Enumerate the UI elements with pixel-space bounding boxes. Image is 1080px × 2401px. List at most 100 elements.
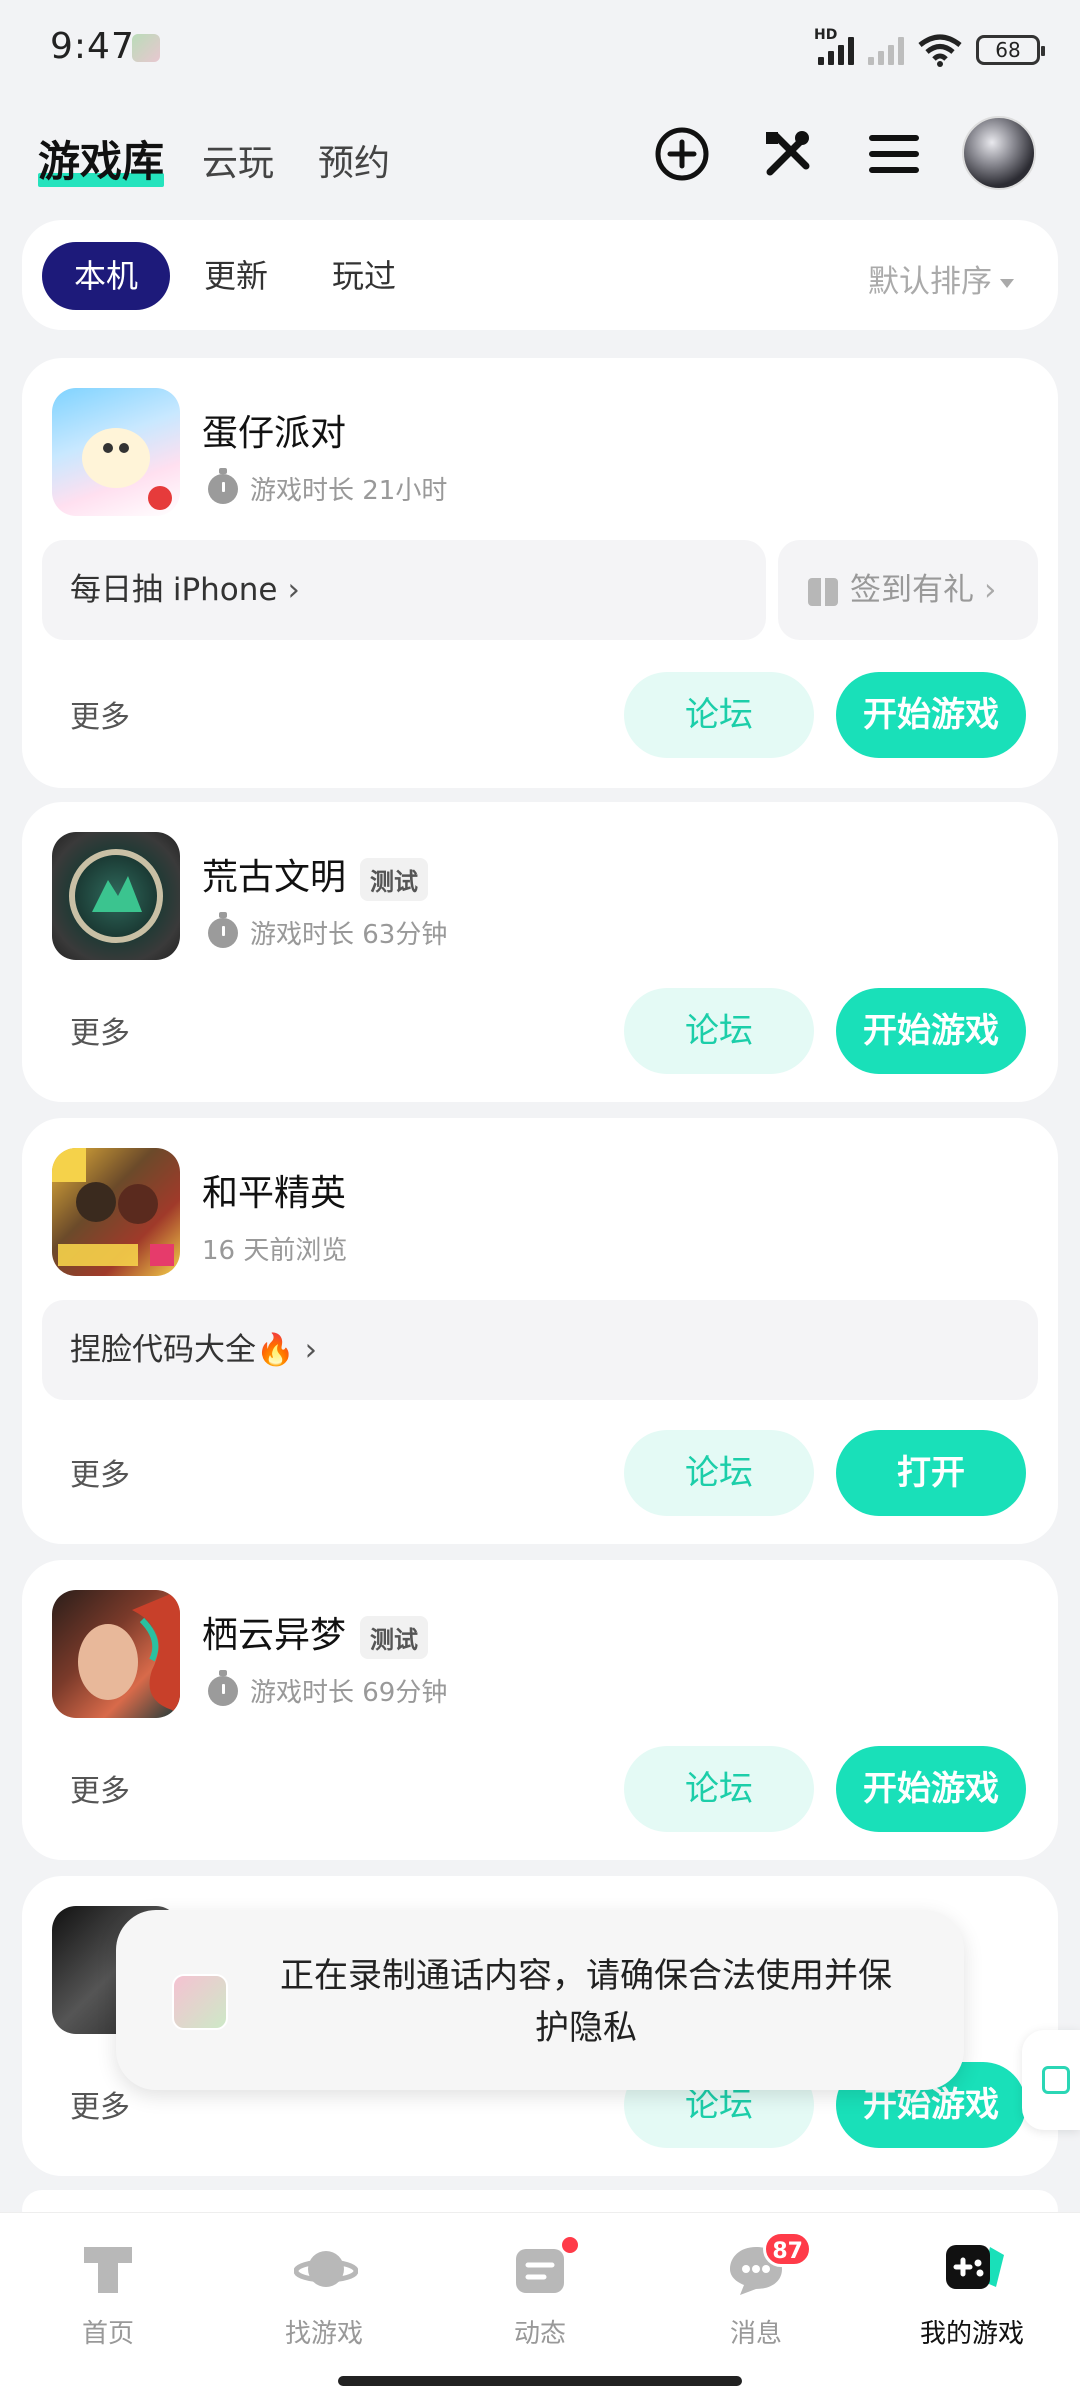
status-time: 9:47 bbox=[50, 26, 135, 67]
sort-dropdown[interactable]: 默认排序 bbox=[868, 256, 1014, 301]
filter-bar: 本机 更新 玩过 默认排序 bbox=[22, 220, 1058, 330]
more-button[interactable]: 更多 bbox=[70, 1008, 130, 1052]
status-icons: HD 68 bbox=[814, 27, 1045, 70]
tools-icon[interactable] bbox=[756, 122, 820, 186]
open-game-button[interactable]: 打开 bbox=[836, 1430, 1026, 1516]
app-notification-icon bbox=[132, 34, 160, 62]
network-type-label: HD bbox=[814, 27, 838, 43]
toast-message: 正在录制通话内容，请确保合法使用并保护隐私 bbox=[280, 1956, 892, 2048]
game-meta: 游戏时长 63分钟 bbox=[208, 911, 448, 951]
game-meta: 16 天前浏览 bbox=[202, 1230, 347, 1267]
nav-find-games[interactable]: 找游戏 bbox=[216, 2241, 432, 2350]
forum-button[interactable]: 论坛 bbox=[624, 1430, 814, 1516]
nav-home[interactable]: 首页 bbox=[0, 2241, 216, 2350]
more-button[interactable]: 更多 bbox=[70, 1450, 130, 1494]
filter-updates[interactable]: 更新 bbox=[172, 242, 300, 310]
home-indicator[interactable] bbox=[338, 2376, 742, 2386]
chat-icon: 87 bbox=[726, 2231, 812, 2297]
game-card: 和平精英 16 天前浏览 捏脸代码大全🔥 › 更多 论坛 打开 bbox=[22, 1118, 1058, 1544]
nav-label: 动态 bbox=[513, 2319, 566, 2349]
notification-dot bbox=[560, 2235, 580, 2255]
game-icon[interactable] bbox=[52, 1148, 180, 1276]
game-meta: 游戏时长 69分钟 bbox=[208, 1669, 448, 1709]
promo-banner[interactable]: 每日抽 iPhone › bbox=[42, 540, 766, 640]
game-icon[interactable] bbox=[52, 1590, 180, 1718]
last-viewed-text: 16 天前浏览 bbox=[202, 1236, 348, 1266]
nav-label: 我的游戏 bbox=[919, 2319, 1024, 2349]
chevron-right-icon: › bbox=[304, 1332, 318, 1368]
feed-icon bbox=[510, 2235, 580, 2297]
add-circle-icon[interactable] bbox=[650, 122, 714, 186]
game-card: 蛋仔派对 游戏时长 21小时 每日抽 iPhone › 签到有礼 › 更多 论坛 开… bbox=[22, 358, 1058, 788]
game-icon[interactable] bbox=[52, 832, 180, 960]
user-avatar[interactable] bbox=[962, 116, 1036, 190]
promo-banner[interactable]: 捏脸代码大全🔥 › bbox=[42, 1300, 1038, 1400]
recording-toast: 正在录制通话内容，请确保合法使用并保护隐私 bbox=[116, 1910, 964, 2090]
app-icon bbox=[172, 1974, 228, 2030]
tab-reservations[interactable]: 预约 bbox=[318, 134, 390, 186]
game-title-text: 和平精英 bbox=[202, 1173, 347, 1214]
unread-badge: 87 bbox=[763, 2231, 812, 2267]
tab-game-library[interactable]: 游戏库 bbox=[38, 128, 165, 189]
forum-button[interactable]: 论坛 bbox=[624, 672, 814, 758]
nav-my-games[interactable]: 我的游戏 bbox=[864, 2241, 1080, 2350]
nav-feed[interactable]: 动态 bbox=[432, 2235, 648, 2350]
signal-hd-icon: HD bbox=[814, 27, 854, 65]
chevron-right-icon: › bbox=[287, 572, 300, 608]
game-title-text: 栖云异梦 bbox=[202, 1615, 347, 1656]
home-icon bbox=[78, 2241, 138, 2297]
more-button[interactable]: 更多 bbox=[70, 1766, 130, 1810]
nav-label: 消息 bbox=[729, 2319, 782, 2349]
game-title-text: 蛋仔派对 bbox=[202, 413, 347, 454]
planet-icon bbox=[293, 2241, 359, 2297]
playtime-text: 游戏时长 69分钟 bbox=[250, 1678, 448, 1708]
caret-down-icon bbox=[1000, 279, 1014, 288]
game-title: 栖云异梦 测试 bbox=[202, 1606, 429, 1659]
game-meta: 游戏时长 21小时 bbox=[208, 467, 448, 507]
tab-cloud-play[interactable]: 云玩 bbox=[202, 134, 274, 186]
filter-local[interactable]: 本机 bbox=[42, 242, 171, 310]
beta-tag: 测试 bbox=[360, 1615, 429, 1659]
checkin-text: 签到有礼 bbox=[850, 572, 974, 608]
game-icon[interactable] bbox=[52, 388, 180, 516]
side-float-button[interactable] bbox=[1022, 2030, 1080, 2130]
bottom-navigation: 首页 找游戏 动态 87 消息 我的游戏 bbox=[0, 2212, 1080, 2401]
game-title: 荒古文明 测试 bbox=[202, 848, 429, 901]
game-title-text: 荒古文明 bbox=[202, 857, 347, 898]
nav-label: 找游戏 bbox=[284, 2319, 363, 2349]
game-title: 和平精英 bbox=[202, 1164, 346, 1216]
nav-label: 首页 bbox=[81, 2319, 134, 2349]
playtime-text: 游戏时长 21小时 bbox=[250, 476, 448, 506]
more-button[interactable]: 更多 bbox=[70, 692, 130, 736]
timer-icon bbox=[208, 467, 238, 504]
game-title: 蛋仔派对 bbox=[202, 404, 346, 456]
start-game-button[interactable]: 开始游戏 bbox=[836, 1746, 1026, 1832]
forum-button[interactable]: 论坛 bbox=[624, 988, 814, 1074]
forum-button[interactable]: 论坛 bbox=[624, 1746, 814, 1832]
menu-icon[interactable] bbox=[862, 122, 926, 186]
beta-tag: 测试 bbox=[360, 857, 429, 901]
nav-messages[interactable]: 87 消息 bbox=[648, 2231, 864, 2350]
game-card: 栖云异梦 测试 游戏时长 69分钟 更多 论坛 开始游戏 bbox=[22, 1560, 1058, 1860]
checkin-gift-button[interactable]: 签到有礼 › bbox=[778, 540, 1038, 640]
gamepad-icon bbox=[942, 2241, 1004, 2297]
start-game-button[interactable]: 开始游戏 bbox=[836, 672, 1026, 758]
more-button[interactable]: 更多 bbox=[70, 2082, 130, 2126]
gift-icon bbox=[808, 577, 838, 606]
promo-text: 捏脸代码大全🔥 bbox=[70, 1332, 295, 1368]
timer-icon bbox=[208, 911, 238, 948]
promo-text: 每日抽 iPhone bbox=[70, 572, 278, 608]
playtime-text: 游戏时长 63分钟 bbox=[250, 920, 448, 950]
signal-2-icon bbox=[868, 35, 904, 65]
filter-played[interactable]: 玩过 bbox=[300, 242, 428, 310]
game-card: 荒古文明 测试 游戏时长 63分钟 更多 论坛 开始游戏 bbox=[22, 802, 1058, 1102]
start-game-button[interactable]: 开始游戏 bbox=[836, 988, 1026, 1074]
sort-label: 默认排序 bbox=[868, 264, 992, 300]
chevron-right-icon: › bbox=[984, 572, 997, 608]
wifi-icon bbox=[918, 34, 962, 67]
timer-icon bbox=[208, 1669, 238, 1706]
top-header: 游戏库 云玩 预约 bbox=[0, 110, 1080, 205]
download-icon bbox=[1042, 2066, 1070, 2094]
status-bar: 9:47 HD 68 bbox=[0, 0, 1080, 100]
battery-icon: 68 bbox=[976, 35, 1045, 65]
